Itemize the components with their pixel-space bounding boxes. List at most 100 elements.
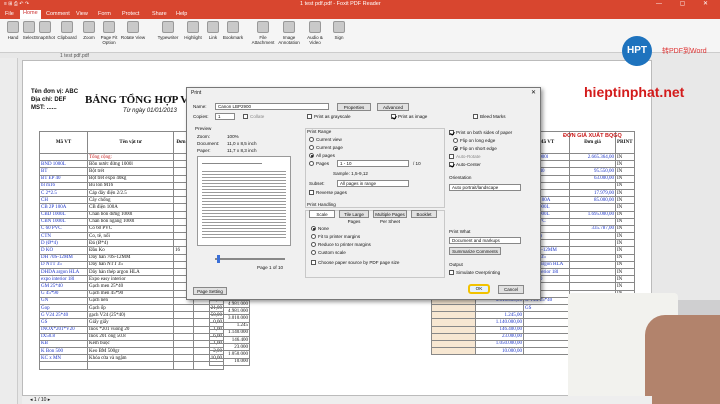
summarize-comments-button[interactable]: Summarize Comments <box>449 247 501 255</box>
subset-select[interactable]: All pages in range <box>337 180 409 187</box>
cell-ten: Bu lon M16 <box>87 181 174 190</box>
sign-button[interactable]: Sign <box>326 21 352 40</box>
ok-button[interactable]: OK <box>468 284 490 294</box>
auto-rotate-checkbox[interactable] <box>449 154 454 159</box>
tab-multiple-pages[interactable]: Multiple Pages Per Sheet <box>373 210 407 224</box>
cell-d: IN <box>615 246 635 255</box>
page-fit-button[interactable]: Page Fit Option <box>96 21 122 45</box>
file-attachment-button[interactable]: File Attachment <box>250 21 276 45</box>
current-view-radio[interactable] <box>309 137 314 142</box>
cell-d: IN <box>615 275 635 284</box>
tab-booklet[interactable]: Booklet <box>411 210 437 218</box>
current-page-radio[interactable] <box>309 145 314 150</box>
table-row: 3.010.000 <box>209 314 250 323</box>
paper-source-checkbox[interactable] <box>311 260 316 265</box>
fit-margins-radio[interactable] <box>311 234 316 239</box>
table-row: 1.245 <box>209 321 250 330</box>
cell-b <box>523 318 570 327</box>
preview-slider-thumb[interactable] <box>217 255 220 263</box>
collate-checkbox[interactable] <box>243 114 248 119</box>
auto-center-checkbox[interactable] <box>449 162 454 167</box>
cell-ten: gạch V24 (25*40) <box>87 311 174 320</box>
audio-video-button[interactable]: Audio & Video <box>302 21 328 45</box>
orientation-select[interactable]: Auto portrait/landscape <box>449 184 521 191</box>
all-pages-radio[interactable] <box>309 153 314 158</box>
cell-ten: Chân bồn đứng 1000l <box>87 210 174 219</box>
menu-form[interactable]: Form <box>98 11 111 17</box>
simulate-overprinting-label: Simulate Overprinting <box>456 270 501 275</box>
rotate-view-button[interactable]: Rotate View <box>120 21 146 40</box>
both-sides-checkbox[interactable] <box>449 130 454 135</box>
copies-input[interactable]: 1 <box>215 113 235 120</box>
grayscale-checkbox[interactable] <box>307 114 312 119</box>
image-icon <box>283 21 295 33</box>
none-radio[interactable] <box>311 226 316 231</box>
properties-button[interactable]: Properties <box>337 103 371 111</box>
typewriter-button[interactable]: Typewriter <box>155 21 181 40</box>
cell-ten: Dây hàn thép argon HLA <box>87 267 174 277</box>
status-bar: ◂ 1 / 10 ▸ <box>22 396 652 404</box>
print-what-select[interactable]: Document and markups <box>449 237 521 244</box>
cell-ma: DH 70S-12MM <box>39 253 88 262</box>
cell-c: 63.000,00 <box>569 174 616 183</box>
advanced-button[interactable]: Advanced <box>377 103 409 111</box>
bleed-marks-label: Bleed Marks <box>480 114 506 119</box>
cancel-button[interactable]: Cancel <box>498 285 524 294</box>
cell-a: 1.050.000,00 <box>475 339 524 349</box>
pages-radio[interactable] <box>309 161 314 166</box>
menu-file[interactable]: File <box>5 11 14 17</box>
cell-d: IN <box>615 203 635 212</box>
reverse-pages-checkbox[interactable] <box>309 190 314 195</box>
table-row: 1.140.000 <box>209 328 250 337</box>
menu-comment[interactable]: Comment <box>46 11 70 17</box>
cell-b <box>523 311 570 320</box>
cell-ma: KC x MN <box>39 354 88 363</box>
quick-access-toolbar[interactable]: ≡ ⊞ ⎙ ↶ ↷ <box>4 1 29 7</box>
close-icon[interactable]: ✕ <box>531 89 536 96</box>
cell-a <box>475 303 524 313</box>
table-row: 10.000 <box>209 357 250 366</box>
table-row: G V24 25*40 gạch V24 (25*40) 50,00 <box>39 311 224 320</box>
printer-select[interactable]: Canon LBP2900 <box>215 103 329 110</box>
print-image-checkbox[interactable] <box>391 114 396 119</box>
cell-dv <box>173 332 194 341</box>
simulate-overprinting-checkbox[interactable] <box>449 270 454 275</box>
bleed-marks-checkbox[interactable] <box>473 114 478 119</box>
menu-help[interactable]: Help <box>176 11 187 17</box>
custom-scale-radio[interactable] <box>311 250 316 255</box>
output-label: Output <box>449 262 463 267</box>
preview-slider[interactable] <box>215 258 285 260</box>
bookmark-button[interactable]: Bookmark <box>220 21 246 40</box>
subset-label: Subset: <box>309 181 325 186</box>
cell-ma <box>39 152 88 162</box>
document-tab[interactable]: 1 test pdf.pdf <box>60 53 89 59</box>
cell-ma: GM 25*40 <box>39 282 88 291</box>
cell-d: IN <box>615 152 635 162</box>
page-setting-button[interactable]: Page Setting <box>193 287 227 295</box>
org-address: Địa chỉ: DEF <box>31 97 67 103</box>
reduce-margins-radio[interactable] <box>311 242 316 247</box>
zoom-label: Zoom: <box>197 134 211 139</box>
flip-long-radio[interactable] <box>453 138 458 143</box>
window-controls[interactable]: — ▢ ✕ <box>656 0 716 7</box>
image-annotation-button[interactable]: Image Annotation <box>276 21 302 45</box>
menu-view[interactable]: View <box>76 11 88 17</box>
flip-short-radio[interactable] <box>453 146 458 151</box>
menu-home[interactable]: Home <box>20 10 41 19</box>
tab-tile-large-pages[interactable]: Tile Large Pages <box>339 210 369 224</box>
ribbon-toolbar: Hand Select SnapShot Clipboard Zoom Page… <box>0 19 720 53</box>
menu-protect[interactable]: Protect <box>122 11 139 17</box>
cell-c: 335.787,00 <box>569 224 616 234</box>
menu-share[interactable]: Share <box>152 11 167 17</box>
header-ma-vt: Mã VT <box>39 131 88 154</box>
tab-scale[interactable]: Scale <box>309 210 335 218</box>
cell-ma: BND 1000L <box>39 160 88 169</box>
page-navigator[interactable]: ◂ 1 / 10 ▸ <box>30 397 50 403</box>
table-row: 4.981.000 <box>209 307 250 316</box>
cell-shaded <box>431 325 476 334</box>
cell-d: IN <box>615 282 635 291</box>
fit-margins-label: Fit to printer margins <box>318 234 361 239</box>
pages-input[interactable]: 1 - 10 <box>337 160 409 167</box>
print-dialog: Print ✕ Name: Canon LBP2900 Properties A… <box>186 87 541 300</box>
cell-c <box>569 260 616 270</box>
